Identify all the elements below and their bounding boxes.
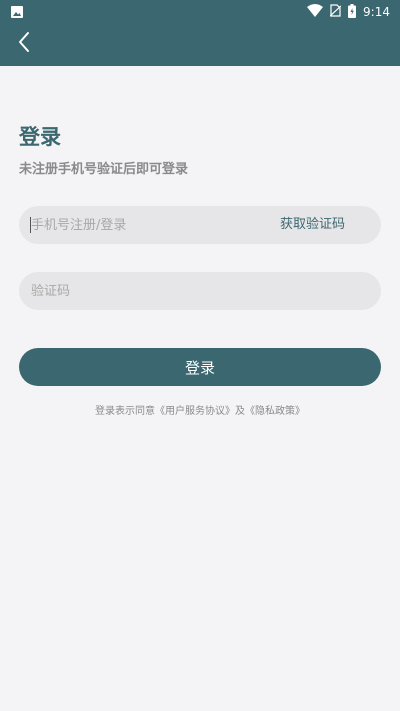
agreement-text: 登录表示同意《用户服务协议》及《隐私政策》 [0, 404, 400, 420]
phone-input[interactable] [31, 206, 261, 244]
agreement-conjunction: 及 [235, 406, 245, 417]
app-header: 9:14 [0, 0, 400, 66]
phone-field[interactable]: 获取验证码 [19, 206, 381, 244]
chevron-left-icon [17, 31, 31, 57]
battery-icon [348, 3, 357, 21]
login-button[interactable]: 登录 [19, 348, 381, 386]
agreement-prefix: 登录表示同意 [95, 406, 155, 417]
page-subtitle: 未注册手机号验证后即可登录 [19, 162, 189, 177]
verification-code-input[interactable] [31, 272, 361, 310]
image-icon [11, 6, 23, 18]
status-icons: 9:14 [307, 3, 390, 21]
status-bar: 9:14 [0, 0, 400, 24]
wifi-icon [307, 4, 324, 20]
privacy-policy-link[interactable]: 《隐私政策》 [245, 406, 305, 417]
page-title: 登录 [19, 125, 61, 149]
status-time: 9:14 [363, 5, 390, 19]
user-agreement-link[interactable]: 《用户服务协议》 [155, 406, 235, 417]
get-code-button[interactable]: 获取验证码 [280, 206, 345, 244]
verification-code-field[interactable] [19, 272, 381, 310]
back-button[interactable] [12, 32, 36, 56]
no-sim-icon [329, 4, 342, 20]
